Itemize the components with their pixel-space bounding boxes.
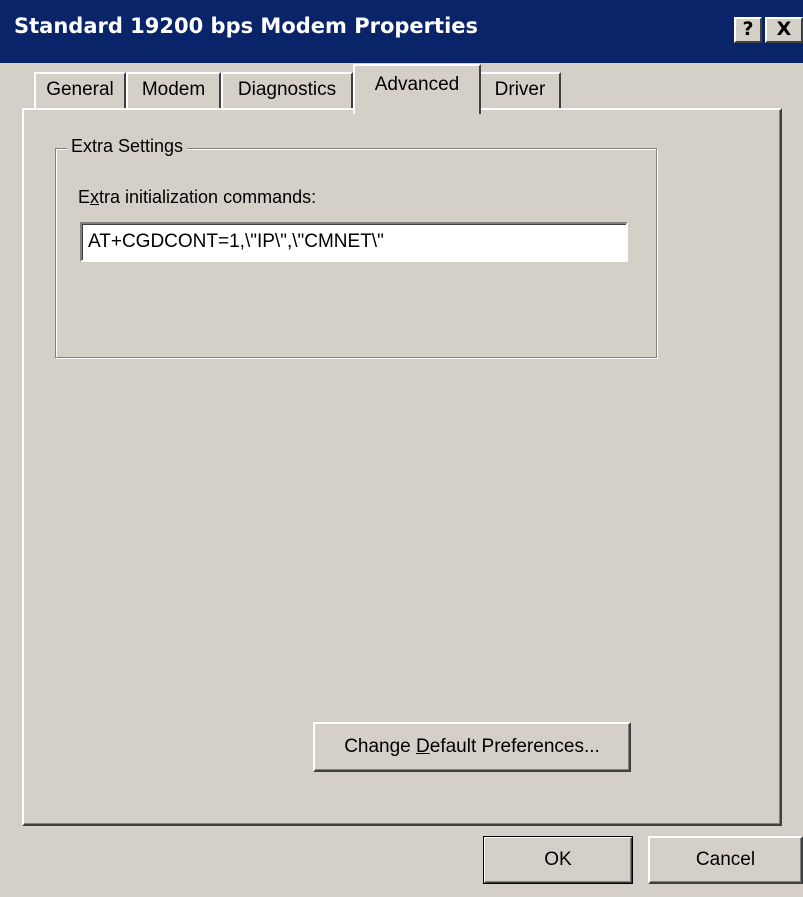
button-text-pre: Change <box>344 736 417 757</box>
title-bar: Standard 19200 bps Modem Properties ? X <box>0 0 803 63</box>
extra-settings-title: Extra Settings <box>67 134 188 158</box>
tab-diagnostics[interactable]: Diagnostics <box>221 72 353 110</box>
tab-advanced[interactable]: Advanced <box>353 64 481 114</box>
button-accelerator: D <box>416 736 430 757</box>
help-button[interactable]: ? <box>734 17 762 43</box>
change-default-preferences-button[interactable]: Change Default Preferences... <box>313 722 631 772</box>
tab-label: Driver <box>494 79 546 100</box>
tab-label: Diagnostics <box>237 79 337 100</box>
init-commands-input[interactable] <box>80 222 628 262</box>
label-text-post: tra initialization commands: <box>99 187 317 207</box>
init-commands-label: Extra initialization commands: <box>78 185 316 209</box>
ok-button[interactable]: OK <box>483 836 633 884</box>
cancel-button[interactable]: Cancel <box>648 836 803 884</box>
button-text-post: efault Preferences... <box>429 736 600 757</box>
help-icon: ? <box>742 18 754 40</box>
label-accelerator: x <box>90 187 100 207</box>
tab-label: Advanced <box>374 74 460 95</box>
window-title: Standard 19200 bps Modem Properties <box>14 14 479 38</box>
tab-driver[interactable]: Driver <box>479 72 561 110</box>
close-icon: X <box>776 18 792 40</box>
label-text-pre: E <box>78 187 91 207</box>
close-button[interactable]: X <box>765 17 803 43</box>
tab-label: General <box>46 79 114 100</box>
tab-general[interactable]: General <box>34 72 126 110</box>
tab-modem[interactable]: Modem <box>126 72 221 110</box>
tab-label: Modem <box>141 79 206 100</box>
